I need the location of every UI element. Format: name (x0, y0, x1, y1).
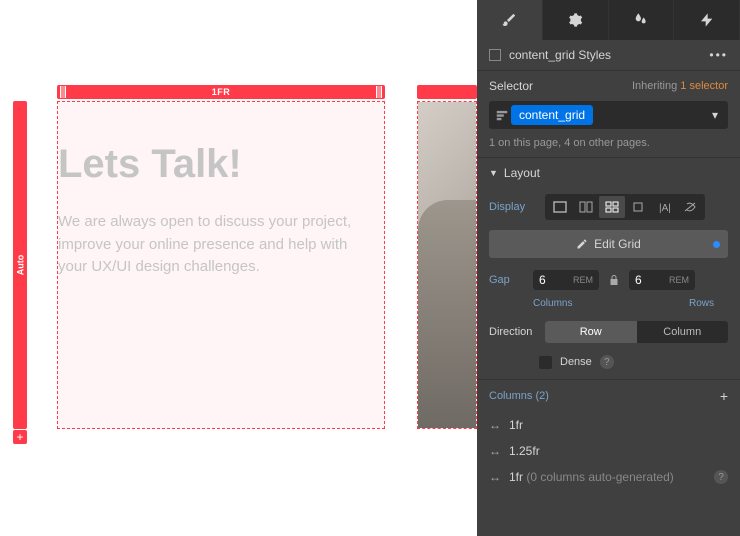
tab-effects[interactable] (609, 0, 675, 40)
grid-column-size-label: 1FR (212, 87, 231, 97)
direction-label: Direction (489, 326, 539, 338)
gap-columns-sublabel: Columns (533, 298, 572, 309)
pencil-icon (576, 238, 588, 250)
dense-row: Dense ? (477, 349, 740, 379)
style-menu-button[interactable]: ••• (709, 48, 728, 62)
edit-grid-button[interactable]: Edit Grid (489, 230, 728, 258)
inheriting-label: Inheriting 1 selector (632, 80, 728, 92)
column-item-auto[interactable]: ↔ 1fr (0 columns auto-generated) ? (477, 464, 740, 490)
column-item-2[interactable]: ↔ 1.25fr (477, 438, 740, 464)
display-none-button[interactable] (677, 196, 703, 218)
display-grid-button[interactable] (599, 196, 625, 218)
tab-interactions[interactable] (674, 0, 740, 40)
gap-sublabels: Columns Rows (477, 298, 740, 315)
gear-icon (567, 12, 583, 28)
direction-segmented: Row Column (545, 321, 728, 343)
style-title-row: content_grid Styles ••• (477, 40, 740, 70)
arrows-horizontal-icon: ↔ (489, 418, 501, 432)
selector-section: Selector Inheriting 1 selector content_g… (477, 70, 740, 157)
grid-column-track-2[interactable] (417, 85, 477, 99)
dense-label: Dense (560, 356, 592, 368)
track-handle-left[interactable] (60, 86, 66, 98)
style-panel: content_grid Styles ••• Selector Inherit… (477, 0, 740, 536)
display-inline-button[interactable]: |A| (651, 196, 677, 218)
selector-dropdown[interactable]: ▾ (706, 108, 724, 122)
style-checkbox[interactable] (489, 49, 501, 61)
selector-class-pill[interactable]: content_grid (511, 105, 593, 125)
hero-paragraph: We are always open to discuss your proje… (58, 211, 368, 279)
grid-column-track-1[interactable]: 1FR (57, 85, 385, 99)
arrows-horizontal-icon: ↔ (489, 444, 501, 458)
grid-row-track-1[interactable]: Auto (13, 101, 27, 429)
display-flex-button[interactable] (573, 196, 599, 218)
style-title: content_grid Styles (509, 48, 611, 62)
direction-column-button[interactable]: Column (637, 321, 729, 343)
design-canvas[interactable]: 1FR Auto + Lets Talk! We are always open… (0, 0, 477, 536)
gap-rows-sublabel: Rows (689, 298, 714, 309)
add-column-button[interactable]: + (720, 388, 728, 404)
columns-header-label: Columns (2) (489, 390, 549, 402)
panel-tabs (477, 0, 740, 40)
drops-icon (633, 12, 649, 28)
edit-grid-label: Edit Grid (594, 237, 641, 251)
selector-info: 1 on this page, 4 on other pages. (489, 137, 728, 149)
direction-row: Direction Row Column (477, 315, 740, 349)
hero-image (418, 102, 476, 428)
track-handle-right[interactable] (376, 86, 382, 98)
gap-row: Gap 6REM 6REM (477, 262, 740, 298)
selector-state-icon[interactable] (493, 106, 511, 124)
grid-row-size-label: Auto (15, 255, 25, 276)
tab-style[interactable] (477, 0, 543, 40)
hero-heading: Lets Talk! (58, 142, 384, 187)
svg-text:|A|: |A| (659, 203, 671, 213)
selector-label: Selector (489, 79, 533, 93)
auto-columns-help-button[interactable]: ? (714, 470, 728, 484)
selector-field[interactable]: content_grid ▾ (489, 101, 728, 129)
inheriting-count[interactable]: 1 selector (680, 80, 728, 92)
arrows-horizontal-icon: ↔ (489, 470, 501, 484)
layout-section-header[interactable]: ▼ Layout (477, 157, 740, 188)
column-item-1[interactable]: ↔ 1fr (477, 412, 740, 438)
edit-grid-indicator (713, 241, 720, 248)
layout-label: Layout (504, 166, 540, 180)
gap-lock-button[interactable] (605, 273, 623, 287)
display-options: |A| (545, 194, 705, 220)
add-row-button[interactable]: + (13, 430, 27, 444)
chevron-down-icon: ▼ (489, 168, 498, 178)
gap-label: Gap (489, 274, 527, 286)
gap-columns-input[interactable]: 6REM (533, 270, 599, 290)
bolt-icon (699, 12, 715, 28)
display-inline-block-button[interactable] (625, 196, 651, 218)
grid-cell-2[interactable] (417, 101, 477, 429)
direction-row-button[interactable]: Row (545, 321, 637, 343)
dense-help-button[interactable]: ? (600, 355, 614, 369)
display-label: Display (489, 201, 539, 213)
display-row: Display |A| (477, 188, 740, 226)
grid-cell-1[interactable]: Lets Talk! We are always open to discuss… (57, 101, 385, 429)
brush-icon (501, 12, 517, 28)
tab-settings[interactable] (543, 0, 609, 40)
dense-checkbox[interactable] (539, 356, 552, 369)
columns-section-header[interactable]: Columns (2) + (477, 379, 740, 412)
gap-rows-input[interactable]: 6REM (629, 270, 695, 290)
display-block-button[interactable] (547, 196, 573, 218)
